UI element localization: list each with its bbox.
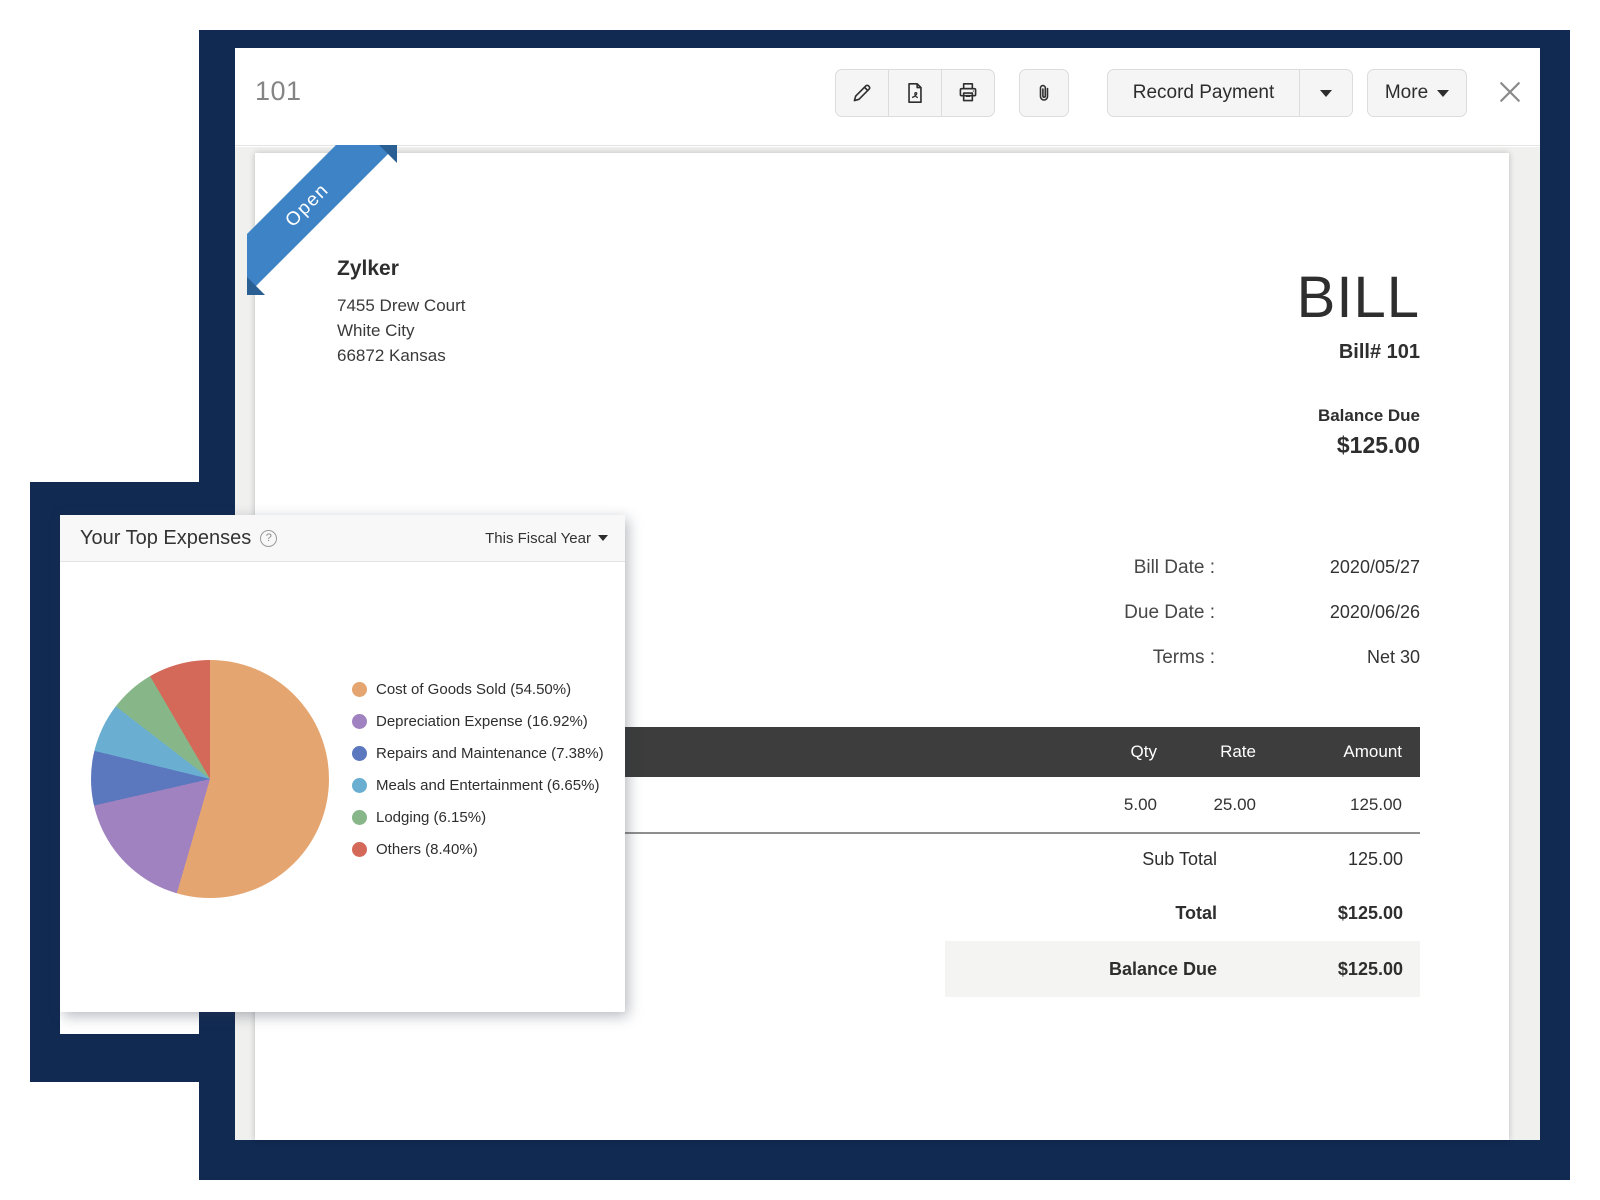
balance-row-value: $125.00 (1217, 959, 1403, 980)
help-icon[interactable]: ? (260, 530, 277, 547)
vendor-address-line: 7455 Drew Court (337, 293, 466, 318)
chevron-down-icon (1320, 90, 1332, 97)
rate-column-header: Rate (1157, 742, 1256, 762)
amount-column-header: Amount (1256, 742, 1402, 762)
balance-due-label: Balance Due (1297, 406, 1420, 426)
close-icon (1495, 77, 1525, 107)
due-date-label: Due Date : (1124, 602, 1215, 624)
subtotal-value: 125.00 (1217, 849, 1403, 870)
document-title: BILL (1297, 269, 1420, 327)
item-qty: 5.00 (1037, 795, 1157, 815)
item-rate: 25.00 (1157, 795, 1256, 815)
pencil-icon (849, 80, 875, 106)
legend-label: Depreciation Expense (16.92%) (376, 713, 588, 730)
legend-label: Meals and Entertainment (6.65%) (376, 777, 599, 794)
bill-number: Bill# 101 (1297, 341, 1420, 364)
paperclip-icon (1032, 80, 1056, 106)
total-value: $125.00 (1217, 903, 1403, 924)
legend-item: Others (8.40%) (352, 833, 604, 865)
due-date-value: 2020/06/26 (1215, 602, 1420, 623)
printer-icon (955, 80, 981, 106)
widget-title: Your Top Expenses (80, 527, 251, 550)
total-label: Total (945, 903, 1217, 924)
terms-value: Net 30 (1215, 647, 1420, 668)
legend-item: Repairs and Maintenance (7.38%) (352, 737, 604, 769)
chevron-down-icon (598, 535, 608, 541)
legend-swatch (352, 842, 367, 857)
edit-button[interactable] (836, 70, 888, 116)
pdf-file-icon (902, 80, 928, 106)
totals-section: Sub Total 125.00 Total $125.00 Balance D… (945, 833, 1420, 997)
meta-row-terms: Terms : Net 30 (1124, 635, 1420, 680)
balance-due-amount: $125.00 (1297, 432, 1420, 459)
meta-row-bill-date: Bill Date : 2020/05/27 (1124, 545, 1420, 590)
legend-label: Lodging (6.15%) (376, 809, 486, 826)
legend-label: Repairs and Maintenance (7.38%) (376, 745, 604, 762)
pie-legend: Cost of Goods Sold (54.50%) Depreciation… (352, 673, 604, 865)
record-payment-button[interactable]: Record Payment (1108, 70, 1299, 116)
vendor-name: Zylker (337, 257, 466, 281)
item-amount: 125.00 (1256, 795, 1402, 815)
balance-due-row: Balance Due $125.00 (945, 941, 1420, 997)
legend-label: Others (8.40%) (376, 841, 478, 858)
vendor-address-line: 66872 Kansas (337, 343, 466, 368)
close-button[interactable] (1493, 75, 1527, 109)
chevron-down-icon (1437, 90, 1449, 97)
record-payment-split-button: Record Payment (1107, 69, 1353, 117)
period-selector-label: This Fiscal Year (485, 530, 591, 547)
legend-item: Depreciation Expense (16.92%) (352, 705, 604, 737)
expenses-pie-chart (91, 660, 329, 898)
terms-label: Terms : (1153, 647, 1215, 669)
pdf-button[interactable] (888, 70, 941, 116)
toolbar: 101 (235, 48, 1540, 146)
page: 101 (0, 0, 1600, 1200)
legend-swatch (352, 778, 367, 793)
attachment-button[interactable] (1019, 69, 1069, 117)
top-expenses-widget: Your Top Expenses ? This Fiscal Year Cos… (60, 515, 625, 1012)
record-payment-label: Record Payment (1133, 82, 1275, 104)
legend-swatch (352, 714, 367, 729)
legend-label: Cost of Goods Sold (54.50%) (376, 681, 571, 698)
more-label: More (1385, 82, 1428, 104)
balance-row-label: Balance Due (945, 959, 1217, 980)
qty-column-header: Qty (1037, 742, 1157, 762)
period-selector[interactable]: This Fiscal Year (485, 530, 608, 547)
legend-swatch (352, 810, 367, 825)
frame-accent-left (30, 482, 60, 1082)
legend-item: Lodging (6.15%) (352, 801, 604, 833)
bill-date-value: 2020/05/27 (1215, 557, 1420, 578)
legend-swatch (352, 746, 367, 761)
vendor-address-line: White City (337, 318, 466, 343)
subtotal-row: Sub Total 125.00 (945, 833, 1420, 885)
legend-item: Meals and Entertainment (6.65%) (352, 769, 604, 801)
meta-row-due-date: Due Date : 2020/06/26 (1124, 590, 1420, 635)
subtotal-label: Sub Total (945, 849, 1217, 870)
bill-date-label: Bill Date : (1134, 557, 1215, 579)
legend-item: Cost of Goods Sold (54.50%) (352, 673, 604, 705)
document-action-group (835, 69, 995, 117)
print-button[interactable] (941, 70, 994, 116)
total-row: Total $125.00 (945, 885, 1420, 941)
bill-number-heading: 101 (255, 76, 302, 107)
more-button[interactable]: More (1367, 69, 1467, 117)
widget-title-wrap: Your Top Expenses ? (80, 527, 277, 550)
bill-meta: Bill Date : 2020/05/27 Due Date : 2020/0… (1124, 545, 1420, 680)
record-payment-dropdown[interactable] (1299, 70, 1352, 116)
widget-header: Your Top Expenses ? This Fiscal Year (60, 515, 625, 562)
bill-header-right: BILL Bill# 101 Balance Due $125.00 (1297, 269, 1420, 459)
vendor-block: Zylker 7455 Drew Court White City 66872 … (337, 257, 466, 368)
legend-swatch (352, 682, 367, 697)
